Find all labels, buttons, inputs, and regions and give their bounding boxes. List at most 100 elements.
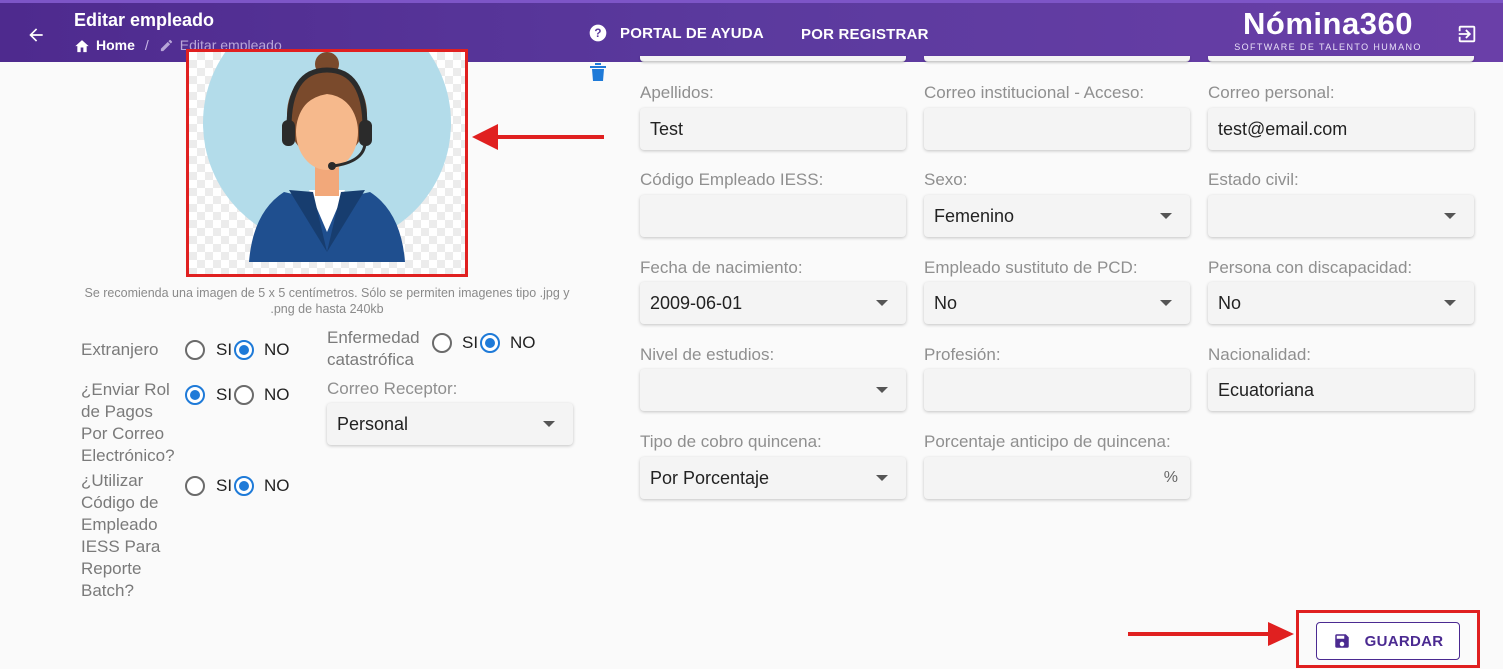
home-icon <box>75 39 89 52</box>
utilizar-codigo-no-radio[interactable] <box>234 476 254 496</box>
utilizar-codigo-si-label: SI <box>216 476 233 495</box>
scrolled-field-col2 <box>924 56 1190 62</box>
breadcrumb-separator: / <box>144 37 149 53</box>
sustituto-pcd-select[interactable]: No <box>924 282 1190 324</box>
porcentaje-anticipo-label: Porcentaje anticipo de quincena: <box>924 432 1171 451</box>
nacionalidad-input[interactable]: Ecuatoriana <box>1208 369 1474 411</box>
annotation-arrow-photo <box>472 124 604 150</box>
enviar-rol-label: ¿Enviar Rol de Pagos Por Correo Electrón… <box>81 380 175 465</box>
page: Editar empleado Home / Editar empleado ?… <box>0 0 1503 669</box>
employee-photo-frame[interactable] <box>186 49 468 277</box>
annotation-arrow-save <box>1128 622 1294 646</box>
utilizar-codigo-no-label: NO <box>264 476 290 495</box>
help-circle-icon: ? <box>589 24 607 42</box>
apellidos-value: Test <box>650 118 684 139</box>
sexo-select[interactable]: Femenino <box>924 195 1190 237</box>
discapacidad-value: No <box>1218 292 1242 313</box>
apellidos-label: Apellidos: <box>640 83 714 102</box>
chevron-down-icon <box>1444 213 1456 219</box>
back-button[interactable] <box>22 21 50 49</box>
pencil-icon <box>160 39 172 51</box>
sexo-label: Sexo: <box>924 170 968 189</box>
enfermedad-si-radio[interactable] <box>432 333 452 353</box>
chevron-down-icon <box>543 421 555 427</box>
chevron-down-icon <box>1444 300 1456 306</box>
help-portal-link[interactable]: ? PORTAL DE AYUDA <box>588 23 764 43</box>
correo-institucional-label: Correo institucional - Acceso: <box>924 83 1145 102</box>
enfermedad-catastrofica-label: Enfermedad catastrófica <box>327 328 420 369</box>
svg-text:?: ? <box>594 27 601 40</box>
logo-subtitle: SOFTWARE DE TALENTO HUMANO <box>1234 42 1422 52</box>
extranjero-no-radio[interactable] <box>234 340 254 360</box>
scrolled-field-col3 <box>1208 56 1474 62</box>
chevron-down-icon <box>1160 213 1172 219</box>
correo-personal-input[interactable]: test@email.com <box>1208 108 1474 150</box>
correo-receptor-value: Personal <box>337 413 409 434</box>
enfermedad-no-radio[interactable] <box>480 333 500 353</box>
codigo-iess-input[interactable] <box>640 195 906 237</box>
enviar-rol-si-radio[interactable] <box>185 385 205 405</box>
sexo-value: Femenino <box>934 205 1015 226</box>
correo-personal-value: test@email.com <box>1218 118 1348 139</box>
logout-button[interactable] <box>1456 23 1480 47</box>
delete-photo-button[interactable] <box>589 61 607 81</box>
chevron-down-icon <box>1160 300 1172 306</box>
discapacidad-label: Persona con discapacidad: <box>1208 258 1413 277</box>
nacionalidad-label: Nacionalidad: <box>1208 345 1312 364</box>
breadcrumb-home[interactable]: Home <box>74 37 135 53</box>
utilizar-codigo-si-radio[interactable] <box>185 476 205 496</box>
chevron-down-icon <box>876 300 888 306</box>
extranjero-no-label: NO <box>264 340 290 359</box>
apellidos-input[interactable]: Test <box>640 108 906 150</box>
extranjero-si-label: SI <box>216 340 233 359</box>
utilizar-codigo-label: ¿Utilizar Código de Empleado IESS Para R… <box>81 471 161 600</box>
tipo-cobro-label: Tipo de cobro quincena: <box>640 432 822 451</box>
save-icon <box>1334 634 1349 648</box>
estado-civil-select[interactable] <box>1208 195 1474 237</box>
save-button[interactable]: GUARDAR <box>1316 622 1460 660</box>
fecha-nacimiento-label: Fecha de nacimiento: <box>640 258 803 277</box>
enviar-rol-no-label: NO <box>264 385 290 404</box>
logout-icon <box>1458 25 1476 43</box>
enfermedad-no-label: NO <box>510 333 536 352</box>
porcentaje-anticipo-input[interactable]: % <box>924 457 1190 499</box>
correo-personal-label: Correo personal: <box>1208 83 1335 102</box>
estado-civil-label: Estado civil: <box>1208 170 1299 189</box>
brand-logo: Nómina360 SOFTWARE DE TALENTO HUMANO <box>1226 6 1430 53</box>
sustituto-pcd-value: No <box>934 292 958 313</box>
correo-receptor-select[interactable]: Personal <box>327 403 573 445</box>
extranjero-si-radio[interactable] <box>185 340 205 360</box>
chevron-down-icon <box>876 475 888 481</box>
page-title: Editar empleado <box>74 10 215 30</box>
back-arrow-icon <box>29 28 43 42</box>
breadcrumb-home-label: Home <box>96 37 135 53</box>
extranjero-label: Extranjero <box>81 340 159 359</box>
enfermedad-si-label: SI <box>462 333 479 352</box>
help-portal-label: PORTAL DE AYUDA <box>620 24 764 42</box>
chevron-down-icon <box>876 387 888 393</box>
codigo-iess-label: Código Empleado IESS: <box>640 170 824 189</box>
nivel-estudios-label: Nivel de estudios: <box>640 345 775 364</box>
correo-receptor-label: Correo Receptor: <box>327 379 458 398</box>
profesion-input[interactable] <box>924 369 1190 411</box>
correo-institucional-input[interactable] <box>924 108 1190 150</box>
photo-requirements-note: Se recomienda una imagen de 5 x 5 centím… <box>84 286 570 316</box>
register-link[interactable]: POR REGISTRAR <box>801 26 929 43</box>
nacionalidad-value: Ecuatoriana <box>1218 379 1315 400</box>
scrolled-field-col1 <box>640 56 906 62</box>
discapacidad-select[interactable]: No <box>1208 282 1474 324</box>
logo-text: Nómina360 <box>1243 6 1413 41</box>
fecha-nacimiento-select[interactable]: 2009-06-01 <box>640 282 906 324</box>
fecha-nacimiento-value: 2009-06-01 <box>650 292 743 313</box>
enviar-rol-no-radio[interactable] <box>234 385 254 405</box>
employee-photo <box>203 52 451 262</box>
save-label: GUARDAR <box>1364 632 1444 650</box>
tipo-cobro-select[interactable]: Por Porcentaje <box>640 457 906 499</box>
sustituto-pcd-label: Empleado sustituto de PCD: <box>924 258 1138 277</box>
nivel-estudios-select[interactable] <box>640 369 906 411</box>
tipo-cobro-value: Por Porcentaje <box>650 467 770 488</box>
trash-icon <box>590 63 606 81</box>
profesion-label: Profesión: <box>924 345 1001 364</box>
percent-suffix: % <box>1163 469 1178 486</box>
enviar-rol-si-label: SI <box>216 385 233 404</box>
